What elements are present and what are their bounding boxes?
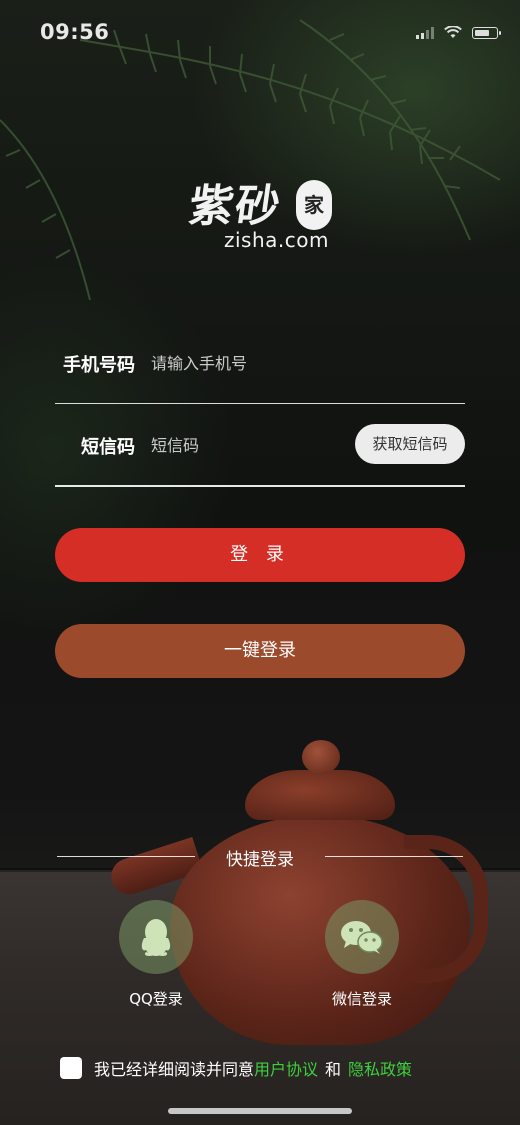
logo-domain: zisha.com xyxy=(224,228,329,252)
brand-logo: 紫砂 家 zisha.com xyxy=(180,170,340,260)
agreement-checkbox[interactable] xyxy=(60,1057,82,1079)
agreement-prefix: 我已经详细阅读并同意 xyxy=(94,1060,255,1079)
status-icons xyxy=(416,26,501,39)
get-sms-code-button[interactable]: 获取短信码 xyxy=(355,424,465,464)
teapot-lid xyxy=(245,770,395,820)
phone-label: 手机号码 xyxy=(63,355,135,376)
agreement-and: 和 xyxy=(325,1060,342,1079)
one-click-login-button[interactable]: 一键登录 xyxy=(55,624,465,678)
qq-login[interactable]: QQ登录 xyxy=(96,900,216,1009)
sms-code-input[interactable] xyxy=(151,431,341,459)
wifi-icon xyxy=(444,26,462,38)
wechat-icon xyxy=(341,921,383,954)
phone-row: 手机号码 xyxy=(55,323,465,404)
user-agreement-link[interactable]: 用户协议 xyxy=(254,1056,318,1080)
sms-label: 短信码 xyxy=(81,437,135,458)
qq-icon xyxy=(141,919,171,956)
home-indicator[interactable] xyxy=(168,1108,352,1114)
wechat-login-label: 微信登录 xyxy=(331,990,392,1008)
status-time: 09:56 xyxy=(40,20,110,44)
quick-login-title: 快捷登录 xyxy=(226,850,294,870)
wechat-login-button[interactable] xyxy=(325,900,399,974)
sms-row: 短信码 获取短信码 xyxy=(55,405,465,487)
teapot-knob xyxy=(302,740,340,774)
quick-login-divider-left xyxy=(57,856,195,857)
quick-login-divider-right xyxy=(325,856,463,857)
status-bar: 09:56 xyxy=(0,0,520,60)
phone-input[interactable] xyxy=(151,349,341,377)
qq-login-button[interactable] xyxy=(119,900,193,974)
logo-script: 紫砂 xyxy=(185,181,285,232)
privacy-policy-link[interactable]: 隐私政策 xyxy=(348,1056,412,1080)
agreement-row: 我已经详细阅读并同意 用户协议 和 隐私政策 xyxy=(60,1056,412,1080)
logo-seal: 家 xyxy=(296,180,332,230)
qq-login-label: QQ登录 xyxy=(129,990,183,1008)
signal-icon xyxy=(416,26,434,39)
battery-icon xyxy=(472,26,501,39)
wechat-login[interactable]: 微信登录 xyxy=(302,900,422,1009)
login-button[interactable]: 登 录 xyxy=(55,528,465,582)
